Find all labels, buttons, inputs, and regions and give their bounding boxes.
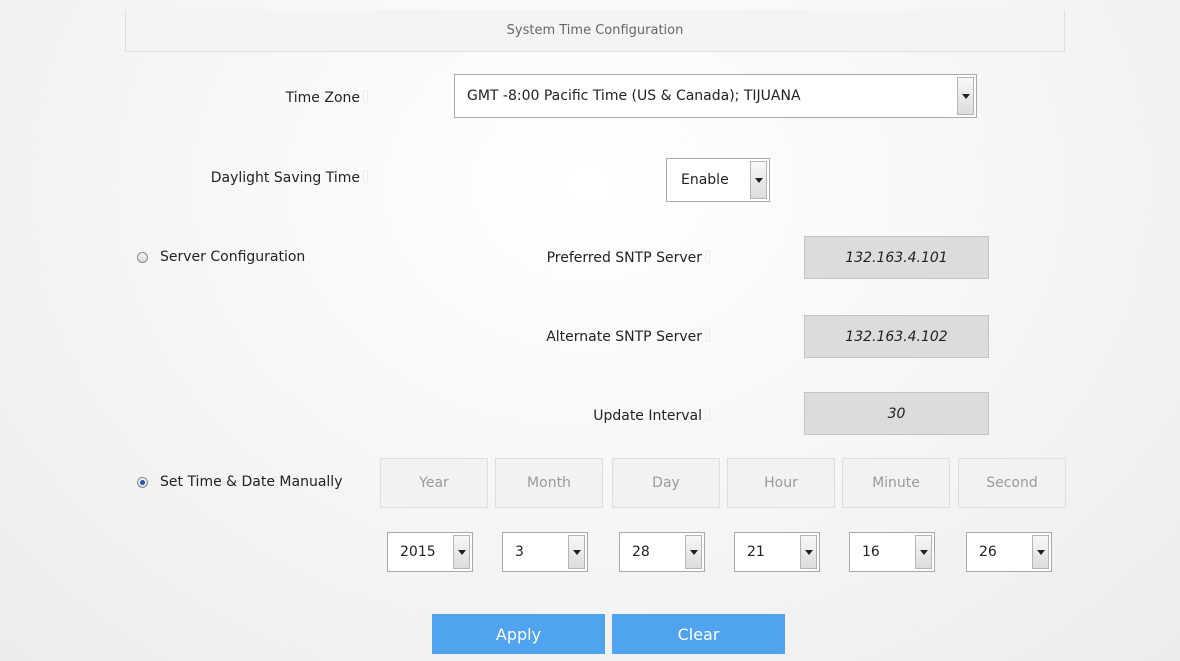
dst-label: Daylight Saving Time (211, 170, 368, 186)
month-header: Month (495, 458, 603, 508)
required-marker-icon (705, 408, 710, 421)
day-select[interactable]: 28 (619, 532, 705, 572)
update-interval-value: 30 (887, 405, 906, 422)
chevron-down-icon[interactable] (568, 535, 585, 569)
required-marker-icon (705, 250, 710, 263)
manual-time-radio[interactable]: Set Time & Date Manually (137, 474, 342, 490)
preferred-sntp-value: 132.163.4.101 (845, 249, 948, 266)
year-header-text: Year (419, 475, 449, 491)
time-zone-label-text: Time Zone (285, 90, 360, 106)
manual-time-label: Set Time & Date Manually (160, 474, 343, 490)
hour-select[interactable]: 21 (734, 532, 820, 572)
chevron-down-icon[interactable] (1032, 535, 1049, 569)
radio-selected-icon[interactable] (137, 476, 148, 488)
required-marker-icon (363, 170, 368, 183)
hour-value: 21 (747, 544, 765, 560)
chevron-down-icon[interactable] (453, 535, 470, 569)
second-value: 26 (979, 544, 997, 560)
time-zone-label: Time Zone (286, 90, 368, 106)
required-marker-icon (705, 329, 710, 342)
time-zone-select[interactable]: GMT -8:00 Pacific Time (US & Canada); TI… (454, 74, 977, 118)
server-config-radio[interactable]: Server Configuration (137, 249, 305, 265)
chevron-down-icon[interactable] (750, 161, 767, 199)
day-value: 28 (632, 544, 650, 560)
month-value: 3 (515, 544, 524, 560)
required-marker-icon (363, 90, 368, 103)
radio-unselected-icon[interactable] (137, 251, 148, 263)
section-title: System Time Configuration (506, 23, 684, 38)
update-interval-input[interactable]: 30 (804, 392, 989, 435)
time-zone-value: GMT -8:00 Pacific Time (US & Canada); TI… (467, 88, 801, 104)
year-select[interactable]: 2015 (387, 532, 473, 572)
second-select[interactable]: 26 (966, 532, 1052, 572)
apply-button[interactable]: Apply (432, 614, 605, 654)
year-header: Year (380, 458, 488, 508)
update-interval-label: Update Interval (593, 408, 710, 424)
apply-button-label: Apply (495, 624, 542, 644)
second-header-text: Second (986, 475, 1038, 491)
minute-header: Minute (842, 458, 950, 508)
alternate-sntp-label: Alternate SNTP Server (546, 329, 710, 345)
month-header-text: Month (527, 475, 571, 491)
day-header: Day (612, 458, 720, 508)
dst-value: Enable (681, 172, 729, 188)
minute-select[interactable]: 16 (849, 532, 935, 572)
section-header: System Time Configuration (125, 10, 1065, 52)
alternate-sntp-label-text: Alternate SNTP Server (546, 329, 702, 345)
minute-header-text: Minute (872, 475, 920, 491)
preferred-sntp-input[interactable]: 132.163.4.101 (804, 236, 989, 279)
chevron-down-icon[interactable] (915, 535, 932, 569)
hour-header-text: Hour (764, 475, 798, 491)
clear-button-label: Clear (677, 624, 720, 644)
preferred-sntp-label: Preferred SNTP Server (547, 250, 710, 266)
update-interval-label-text: Update Interval (593, 408, 702, 424)
server-config-label: Server Configuration (160, 249, 306, 265)
hour-header: Hour (727, 458, 835, 508)
second-header: Second (958, 458, 1066, 508)
clear-button[interactable]: Clear (612, 614, 785, 654)
chevron-down-icon[interactable] (685, 535, 702, 569)
chevron-down-icon[interactable] (800, 535, 817, 569)
dst-label-text: Daylight Saving Time (210, 170, 360, 186)
alternate-sntp-input[interactable]: 132.163.4.102 (804, 315, 989, 358)
minute-value: 16 (862, 544, 880, 560)
dst-select[interactable]: Enable (666, 158, 770, 202)
year-value: 2015 (400, 544, 436, 560)
day-header-text: Day (652, 475, 680, 491)
alternate-sntp-value: 132.163.4.102 (845, 328, 948, 345)
chevron-down-icon[interactable] (957, 77, 974, 115)
preferred-sntp-label-text: Preferred SNTP Server (546, 250, 702, 266)
month-select[interactable]: 3 (502, 532, 588, 572)
